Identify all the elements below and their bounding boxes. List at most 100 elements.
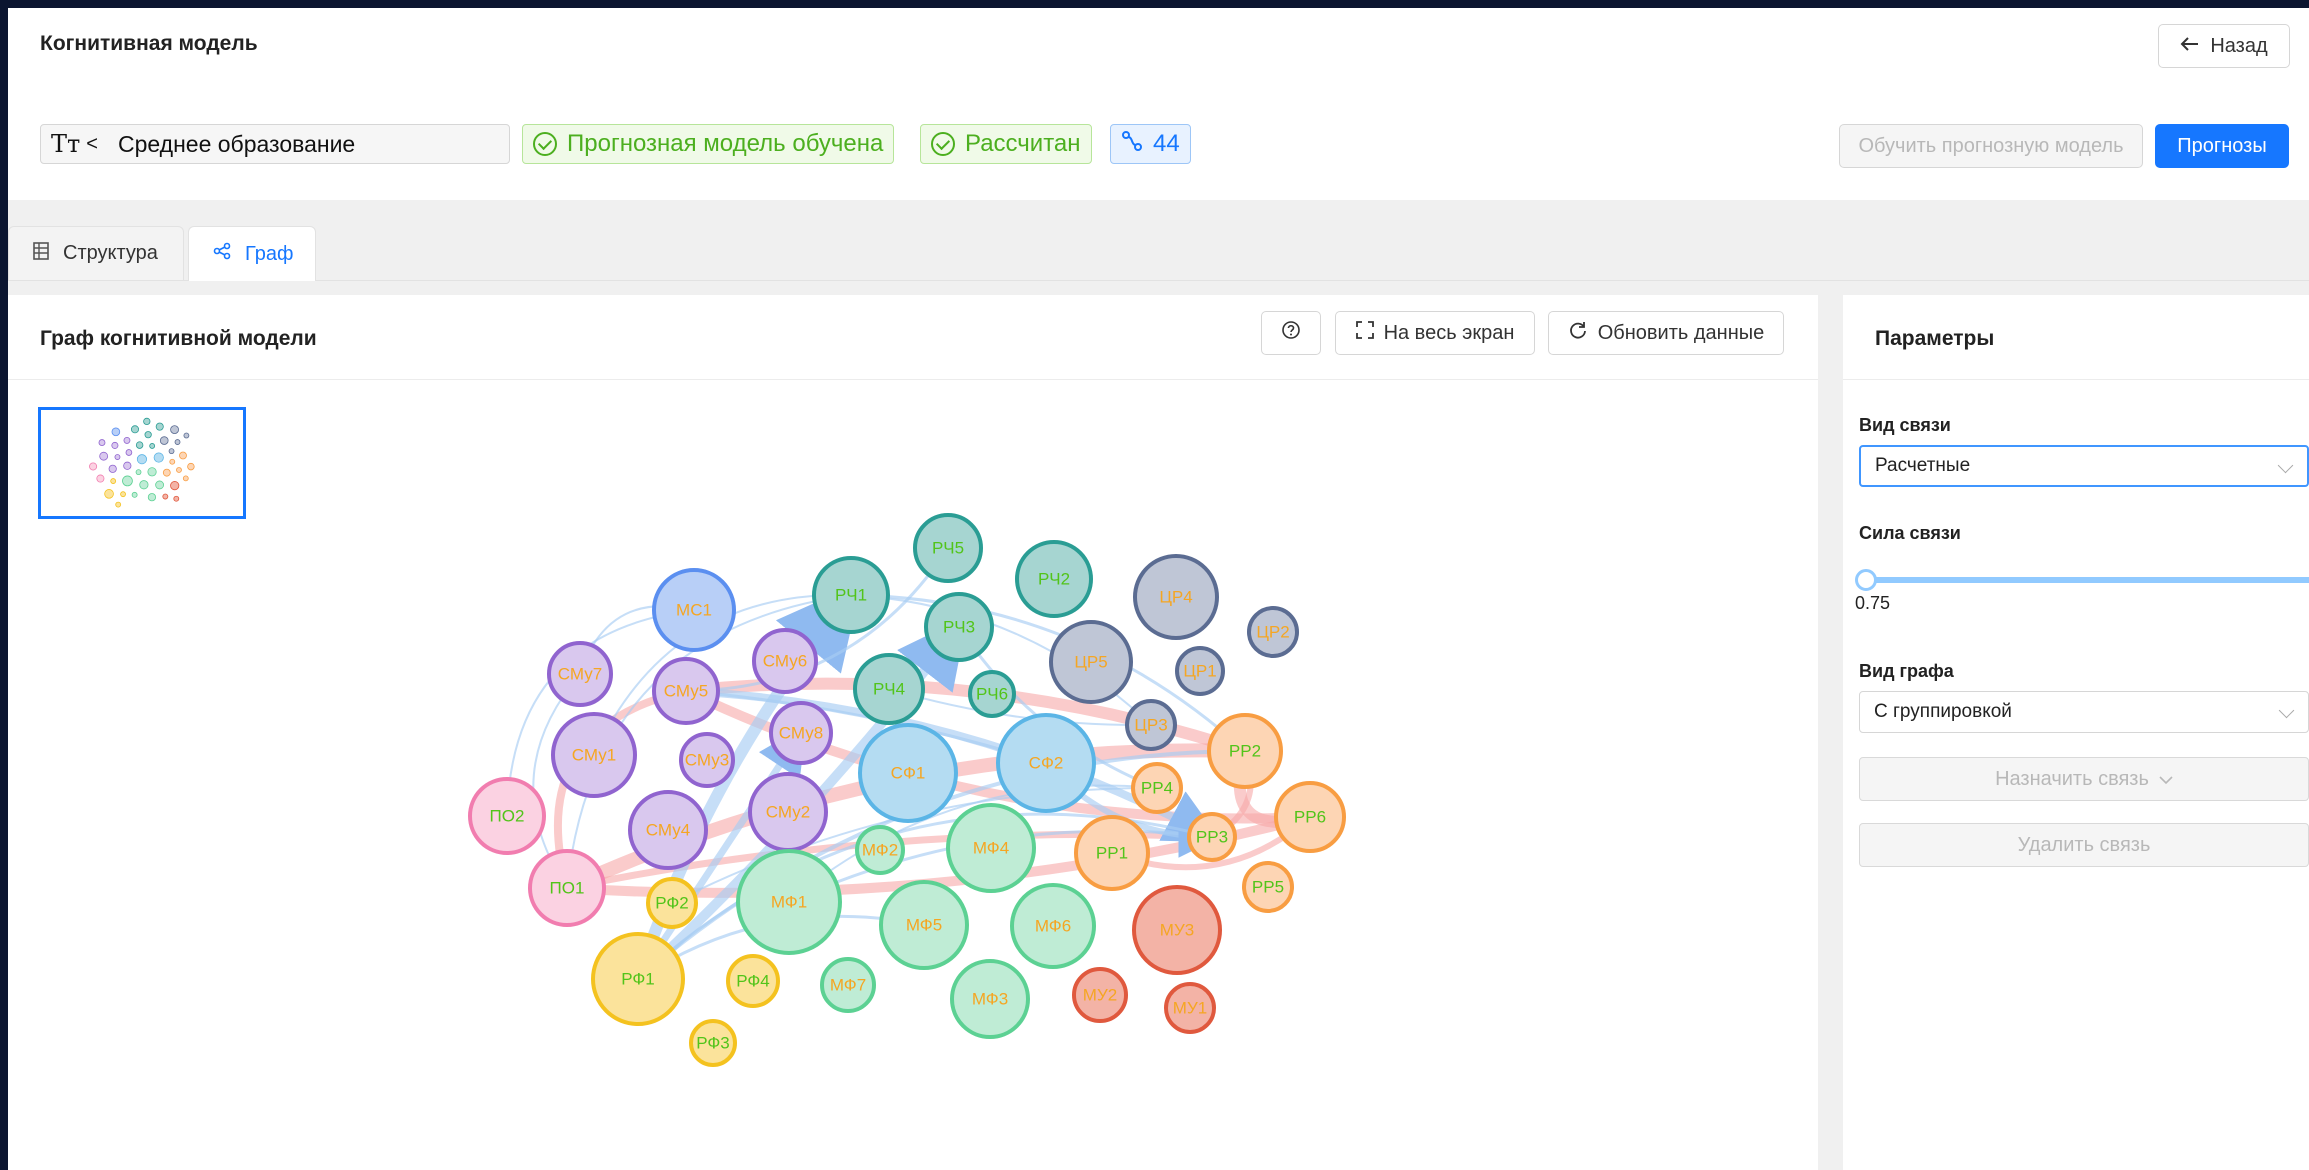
tab-structure-label: Структура: [63, 242, 158, 264]
graph-node[interactable]: СМу6: [752, 628, 818, 694]
graph-node-label: РР2: [1229, 742, 1261, 761]
fullscreen-button[interactable]: На весь экран: [1335, 311, 1535, 355]
back-button-label: Назад: [2210, 34, 2268, 57]
chevron-down-icon: [2278, 702, 2295, 719]
graph-node-label: МУ1: [1173, 999, 1207, 1018]
graph-node[interactable]: РЧ3: [924, 592, 994, 662]
graph-node-label: РФ3: [696, 1034, 730, 1053]
graph-node[interactable]: ЦР4: [1133, 554, 1219, 640]
graph-node[interactable]: ЦР2: [1247, 606, 1299, 658]
graph-type-label: Вид графа: [1859, 661, 1954, 681]
graph-node[interactable]: МФ3: [950, 959, 1030, 1039]
divider: [1843, 379, 2309, 380]
refresh-icon: [1568, 320, 1588, 346]
graph-node[interactable]: РР1: [1074, 815, 1150, 891]
graph-node[interactable]: СМу4: [628, 790, 708, 870]
table-icon: [33, 241, 49, 266]
cognitive-graph-canvas[interactable]: РЧ5 РЧ1 РЧ2 РЧ3 РЧ4 РЧ6 МС1 ЦР4 ЦР2 ЦР5 ЦР1 ЦР3 СМу7…: [8, 380, 1818, 1170]
graph-node[interactable]: МФ5: [879, 880, 969, 970]
graph-node[interactable]: СМу2: [748, 772, 828, 852]
graph-node[interactable]: РР5: [1242, 861, 1294, 913]
graph-node[interactable]: РР2: [1207, 713, 1283, 789]
forecasts-button[interactable]: Прогнозы: [2155, 124, 2289, 168]
graph-node[interactable]: СМу5: [652, 657, 720, 725]
refresh-label: Обновить данные: [1597, 321, 1765, 344]
help-button[interactable]: [1261, 311, 1321, 355]
link-type-select[interactable]: Расчетные: [1859, 445, 2309, 487]
graph-node[interactable]: РФ2: [646, 877, 698, 929]
graph-node-label: МФ3: [972, 990, 1008, 1009]
chevron-left-icon: <: [86, 132, 98, 155]
graph-node[interactable]: РЧ1: [812, 556, 890, 634]
assign-link-button[interactable]: Назначить связь: [1859, 757, 2309, 801]
graph-node[interactable]: РЧ2: [1015, 540, 1093, 618]
tab-graph[interactable]: Граф: [188, 226, 316, 281]
graph-node[interactable]: РЧ4: [853, 653, 925, 725]
graph-node-label: РФ4: [736, 972, 770, 991]
graph-type-select[interactable]: С группировкой: [1859, 691, 2309, 733]
chevron-down-icon: [2159, 768, 2173, 791]
graph-node[interactable]: СМу7: [547, 641, 613, 707]
delete-link-button[interactable]: Удалить связь: [1859, 823, 2309, 867]
graph-node-label: ЦР2: [1256, 623, 1289, 642]
graph-node[interactable]: РР3: [1187, 812, 1237, 862]
graph-node[interactable]: СФ1: [858, 723, 958, 823]
graph-node[interactable]: СМу3: [679, 732, 735, 788]
share-icon: [213, 242, 231, 266]
link-count: 44: [1153, 130, 1180, 157]
model-toolbar: Tт < Среднее образование Прогнозная моде…: [8, 90, 2309, 200]
graph-node-label: ЦР5: [1074, 653, 1107, 672]
graph-node[interactable]: РР4: [1131, 762, 1183, 814]
strength-label: Сила связи: [1859, 523, 1961, 543]
graph-node[interactable]: МФ7: [820, 957, 876, 1013]
graph-node[interactable]: МУ1: [1164, 982, 1216, 1034]
graph-node[interactable]: ПО1: [528, 849, 606, 927]
params-title: Параметры: [1875, 327, 1995, 350]
graph-node[interactable]: РР6: [1274, 781, 1346, 853]
params-panel: Параметры Вид связи Расчетные Сила связи…: [1843, 295, 2309, 1170]
graph-node[interactable]: МС1: [652, 568, 736, 652]
graph-node-label: СМу6: [763, 652, 807, 671]
graph-node-label: РЧ2: [1038, 570, 1070, 589]
refresh-button[interactable]: Обновить данные: [1548, 311, 1784, 355]
graph-node[interactable]: СФ2: [996, 713, 1096, 813]
graph-node[interactable]: ЦР1: [1175, 646, 1225, 696]
back-button[interactable]: Назад: [2158, 24, 2290, 68]
model-selector[interactable]: Tт < Среднее образование: [40, 124, 510, 164]
graph-node-label: РР4: [1141, 779, 1173, 798]
check-circle-icon: [931, 132, 955, 156]
strength-slider-track[interactable]: [1865, 577, 2309, 583]
train-model-button[interactable]: Обучить прогнозную модель: [1839, 124, 2143, 168]
graph-node-label: МУ2: [1083, 986, 1117, 1005]
graph-node-label: РЧ1: [835, 586, 867, 605]
graph-node-label: МФ6: [1035, 917, 1071, 936]
graph-node-label: СМу2: [766, 803, 810, 822]
graph-node[interactable]: МФ6: [1010, 883, 1096, 969]
graph-node[interactable]: ЦР3: [1125, 699, 1177, 751]
tab-bar: Структура Граф: [8, 216, 2309, 281]
graph-node[interactable]: МФ1: [736, 849, 842, 955]
graph-node[interactable]: МФ2: [855, 825, 905, 875]
strength-slider-handle[interactable]: [1855, 569, 1877, 591]
assign-link-label: Назначить связь: [1995, 767, 2149, 790]
tab-graph-label: Граф: [245, 242, 294, 265]
graph-node[interactable]: СМу1: [551, 712, 637, 798]
graph-node-label: ПО1: [550, 879, 585, 898]
graph-node[interactable]: МФ4: [946, 803, 1036, 893]
graph-node[interactable]: МУ3: [1132, 885, 1222, 975]
graph-node[interactable]: ПО2: [468, 777, 546, 855]
fullscreen-label: На весь экран: [1383, 321, 1515, 344]
graph-node[interactable]: РФ1: [591, 932, 685, 1026]
graph-node[interactable]: РФ3: [689, 1019, 737, 1067]
status-badge-trained: Прогнозная модель обучена: [522, 124, 895, 164]
graph-node[interactable]: РЧ5: [913, 513, 983, 583]
graph-node[interactable]: ЦР5: [1049, 620, 1133, 704]
graph-node[interactable]: РФ4: [726, 954, 780, 1008]
graph-node-label: СФ1: [891, 764, 926, 783]
graph-node-label: ЦР1: [1183, 662, 1216, 681]
graph-node[interactable]: СМу8: [769, 701, 833, 765]
tab-structure[interactable]: Структура: [8, 226, 184, 280]
graph-node[interactable]: МУ2: [1072, 967, 1128, 1023]
graph-node[interactable]: РЧ6: [968, 670, 1016, 718]
font-size-icon: Tт: [51, 130, 81, 158]
